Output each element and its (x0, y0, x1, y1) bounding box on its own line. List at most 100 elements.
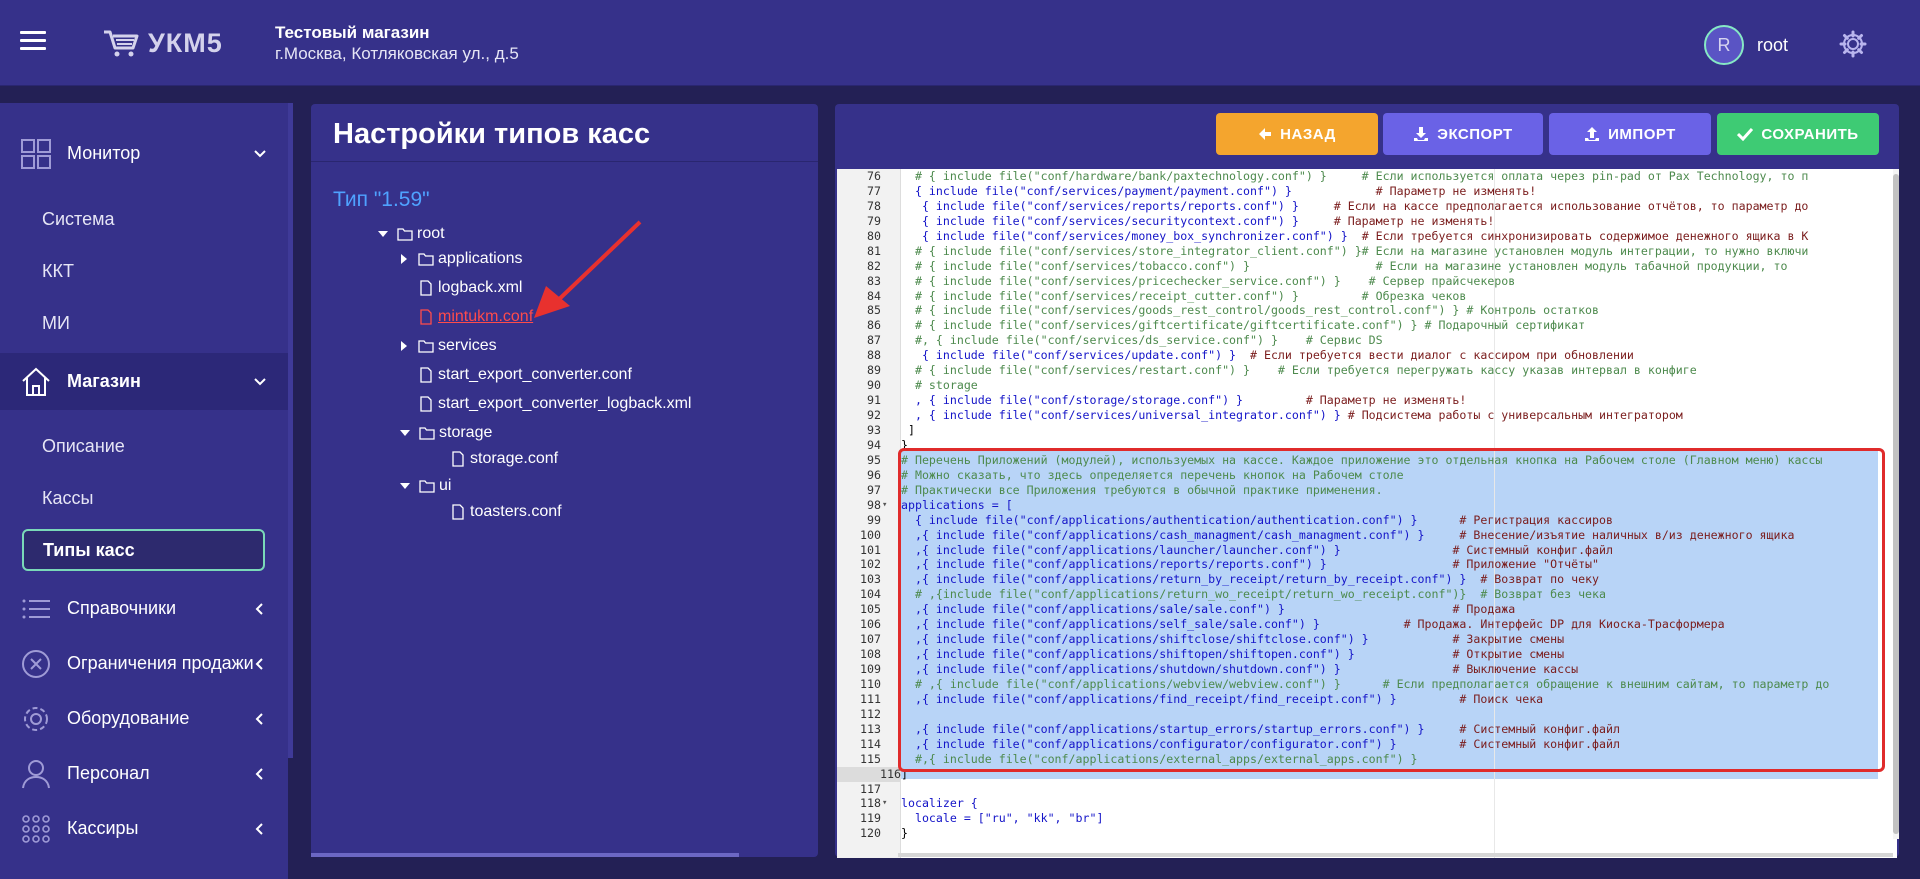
tree-node-applications[interactable]: applications (396, 248, 523, 270)
arrow-left-icon (1259, 128, 1272, 140)
line-number: 100 (860, 527, 881, 542)
sidebar-item-shop[interactable]: Магазин (0, 353, 288, 410)
cart-icon (104, 30, 139, 57)
line-number: 84 (867, 288, 881, 303)
line-text: , { include file("conf/storage/storage.c… (901, 393, 1467, 408)
dashboard-icon (21, 139, 51, 169)
tree-node-label: start_export_converter.conf (438, 366, 632, 383)
editor-horizontal-scrollbar[interactable] (898, 853, 1893, 857)
sidebar-subitem-description[interactable]: Описание (42, 436, 125, 457)
panel-header: Настройки типов касс (311, 104, 818, 162)
tree-node-toasters-conf[interactable]: toasters.conf (450, 501, 562, 523)
file-icon (420, 396, 432, 412)
tree-node-label: logback.xml (438, 279, 523, 296)
user-name[interactable]: root (1757, 35, 1788, 56)
sidebar-item-label: Оборудование (67, 708, 190, 728)
sidebar-item-label: Магазин (67, 371, 141, 391)
tree-node-logback-xml[interactable]: logback.xml (418, 277, 522, 299)
chevron-left-icon (255, 767, 263, 780)
tree-node-label: applications (438, 250, 523, 267)
line-number: 80 (867, 228, 881, 243)
export-button[interactable]: ЭКСПОРТ (1383, 113, 1543, 155)
line-text: ] (901, 422, 915, 437)
file-icon (420, 367, 432, 383)
tree-node-root[interactable]: root (375, 223, 445, 245)
chevron-left-icon (255, 712, 263, 725)
gear-icon[interactable] (1838, 29, 1868, 59)
import-button[interactable]: ИМПОРТ (1549, 113, 1711, 155)
sidebar-item-monitor[interactable]: Монитор (0, 125, 288, 182)
code-line: 81 # { include file("conf/services/store… (837, 244, 1897, 259)
line-number: 103 (860, 572, 881, 587)
sidebar-subitem-register-types[interactable]: Типы касс (22, 529, 265, 571)
highlight-box (898, 448, 1885, 772)
chevron-left-icon (255, 602, 263, 615)
panel-scrollbar[interactable] (311, 853, 739, 857)
tree-node-storage-conf[interactable]: storage.conf (450, 448, 558, 470)
sidebar-item-equipment[interactable]: Оборудование (0, 690, 288, 747)
line-text: # { include file("conf/services/giftcert… (901, 318, 1586, 333)
sidebar-item-label: Справочники (67, 598, 177, 618)
fold-toggle-icon[interactable]: ▾ (882, 498, 892, 513)
line-text: # { include file("conf/services/receipt_… (901, 288, 1467, 303)
sidebar-item-label: Персонал (67, 763, 150, 783)
tree-node-start-export-converter-conf[interactable]: start_export_converter.conf (418, 364, 632, 386)
sidebar-item-label: Кассиры (67, 818, 139, 838)
sidebar-item-label: Монитор (67, 143, 141, 163)
avatar[interactable]: R (1704, 25, 1744, 65)
sidebar-subitem-kkt[interactable]: ККТ (42, 261, 74, 282)
tree-node-label: root (417, 225, 445, 242)
tree-node-start-export-converter-logback[interactable]: start_export_converter_logback.xml (418, 393, 691, 415)
line-number: 119 (860, 811, 881, 826)
line-number: 98 (867, 497, 881, 512)
check-icon (1737, 127, 1754, 141)
tree-node-label: mintukm.conf (438, 308, 534, 325)
tree-node-mintukm-conf[interactable]: mintukm.conf (418, 306, 533, 328)
sidebar-item-cashiers[interactable]: Кассиры (0, 800, 288, 857)
sidebar-item-sale-restrictions[interactable]: Ограничения продажи (0, 635, 288, 692)
line-text: { include file("conf/services/money_box_… (901, 228, 1809, 243)
sidebar-subitem-registers[interactable]: Кассы (42, 488, 93, 509)
sidebar-item-personnel[interactable]: Персонал (0, 745, 288, 802)
code-line: 89 # { include file("conf/services/resta… (837, 363, 1897, 378)
caret-right-icon (401, 341, 407, 351)
code-line: 88 { include file("conf/services/update.… (837, 348, 1897, 363)
code-line: 86 # { include file("conf/services/giftc… (837, 318, 1897, 333)
folder-icon (419, 480, 435, 493)
line-number: 88 (867, 348, 881, 363)
tree-node-storage[interactable]: storage (397, 422, 492, 444)
user-icon (22, 760, 50, 789)
app-logo[interactable]: УКМ5 (102, 26, 223, 60)
back-button[interactable]: НАЗАД (1216, 113, 1378, 155)
line-number: 115 (860, 751, 881, 766)
sidebar-item-references[interactable]: Справочники (0, 580, 288, 637)
sidebar-subitem-system[interactable]: Система (42, 209, 115, 230)
line-text: } (901, 826, 908, 841)
sidebar: Монитор Система ККТ МИ Магазин Описание … (0, 103, 288, 879)
line-number: 114 (860, 736, 881, 751)
line-number: 95 (867, 452, 881, 467)
line-number: 90 (867, 378, 881, 393)
menu-hamburger-icon[interactable] (20, 31, 46, 51)
save-button[interactable]: СОХРАНИТЬ (1717, 113, 1879, 155)
line-number: 97 (867, 482, 881, 497)
store-address: г.Москва, Котляковская ул., д.5 (275, 44, 519, 63)
tree-node-ui[interactable]: ui (397, 475, 451, 497)
chevron-down-icon (254, 377, 266, 385)
tree-node-label: toasters.conf (470, 503, 562, 520)
file-icon (452, 504, 464, 520)
tree-node-services[interactable]: services (396, 335, 497, 357)
line-number: 93 (867, 422, 881, 437)
sidebar-subitem-mi[interactable]: МИ (42, 313, 70, 334)
fold-toggle-icon[interactable]: ▾ (882, 796, 892, 811)
code-line: 120} (837, 826, 1897, 841)
caret-down-icon (378, 231, 388, 237)
chevron-left-icon (255, 657, 263, 670)
folder-icon (419, 427, 435, 440)
line-number: 111 (860, 691, 881, 706)
folder-icon (418, 253, 434, 266)
line-number: 89 (867, 363, 881, 378)
line-number: 76 (867, 169, 881, 183)
sidebar-scrollbar[interactable] (288, 103, 293, 758)
editor-vertical-scrollbar[interactable] (1893, 169, 1899, 839)
